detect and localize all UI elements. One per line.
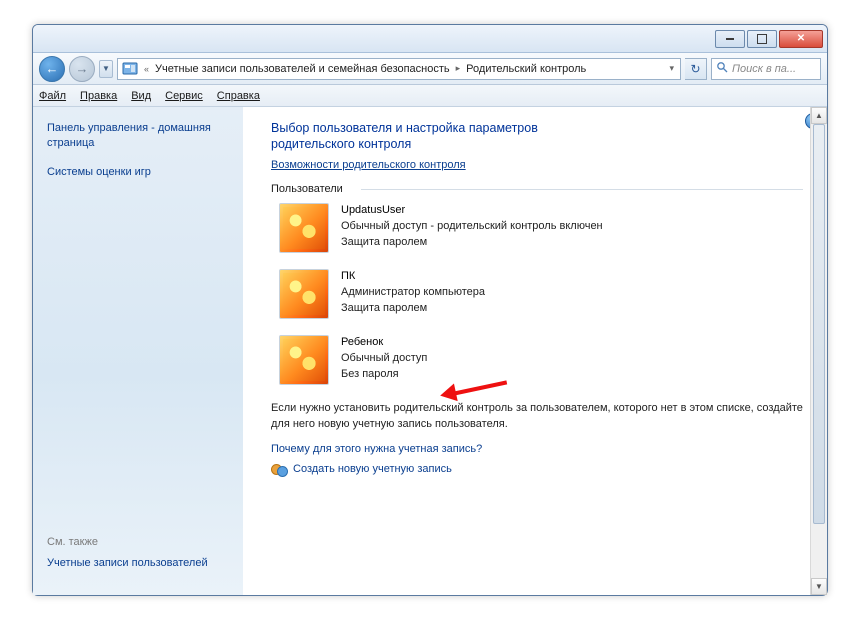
create-account-link[interactable]: Создать новую учетную запись bbox=[293, 463, 452, 475]
avatar bbox=[279, 203, 329, 253]
user-access: Администратор компьютера bbox=[341, 285, 485, 301]
note-text: Если нужно установить родительский контр… bbox=[271, 401, 803, 433]
user-password: Защита паролем bbox=[341, 301, 485, 317]
user-text: Ребенок Обычный доступ Без пароля bbox=[341, 335, 427, 385]
refresh-button[interactable]: ↻ bbox=[685, 58, 707, 80]
user-item[interactable]: UpdatusUser Обычный доступ - родительски… bbox=[279, 203, 803, 253]
address-bar[interactable]: « Учетные записи пользователей и семейна… bbox=[117, 58, 681, 80]
user-name: Ребенок bbox=[341, 335, 427, 351]
user-password: Защита паролем bbox=[341, 235, 603, 251]
users-group-label: Пользователи bbox=[271, 183, 803, 195]
user-text: UpdatusUser Обычный доступ - родительски… bbox=[341, 203, 603, 253]
menu-tools[interactable]: Сервис bbox=[165, 90, 203, 102]
search-icon bbox=[716, 61, 728, 76]
breadcrumb-segment[interactable]: Родительский контроль bbox=[466, 63, 586, 75]
menu-help[interactable]: Справка bbox=[217, 90, 260, 102]
scroll-up-button[interactable]: ▲ bbox=[811, 107, 827, 124]
user-password: Без пароля bbox=[341, 367, 427, 383]
sidebar-ratings-link[interactable]: Системы оценки игр bbox=[47, 165, 231, 180]
sidebar-accounts-link[interactable]: Учетные записи пользователей bbox=[47, 556, 231, 571]
sidebar-seealso-label: См. также bbox=[47, 536, 231, 548]
menu-file[interactable]: Файл bbox=[39, 90, 66, 102]
page-subtitle: родительского контроля bbox=[271, 137, 803, 151]
user-name: UpdatusUser bbox=[341, 203, 603, 219]
close-button[interactable] bbox=[779, 30, 823, 48]
breadcrumb-sep-icon: « bbox=[142, 64, 151, 74]
breadcrumb-dropdown-icon[interactable]: ▾ bbox=[667, 63, 676, 74]
menu-edit[interactable]: Правка bbox=[80, 90, 117, 102]
user-text: ПК Администратор компьютера Защита парол… bbox=[341, 269, 485, 319]
scroll-track[interactable] bbox=[811, 124, 827, 578]
control-panel-window: ← → ▼ « Учетные записи пользователей и с… bbox=[32, 24, 828, 596]
search-placeholder: Поиск в па... bbox=[732, 63, 796, 75]
menu-view[interactable]: Вид bbox=[131, 90, 151, 102]
user-access: Обычный доступ bbox=[341, 351, 427, 367]
sidebar: Панель управления - домашняя страница Си… bbox=[33, 107, 243, 595]
page-title: Выбор пользователя и настройка параметро… bbox=[271, 121, 803, 135]
maximize-button[interactable] bbox=[747, 30, 777, 48]
back-button[interactable]: ← bbox=[39, 56, 65, 82]
users-icon bbox=[271, 461, 287, 477]
scroll-thumb[interactable] bbox=[813, 124, 825, 524]
search-input[interactable]: Поиск в па... bbox=[711, 58, 821, 80]
capabilities-link[interactable]: Возможности родительского контроля bbox=[271, 159, 466, 171]
user-access: Обычный доступ - родительский контроль в… bbox=[341, 219, 603, 235]
scroll-down-button[interactable]: ▼ bbox=[811, 578, 827, 595]
menu-bar: Файл Правка Вид Сервис Справка bbox=[33, 85, 827, 107]
forward-button[interactable]: → bbox=[69, 56, 95, 82]
sidebar-home-link[interactable]: Панель управления - домашняя страница bbox=[47, 121, 231, 151]
control-panel-icon bbox=[122, 61, 138, 77]
breadcrumb-segment[interactable]: Учетные записи пользователей и семейная … bbox=[155, 63, 450, 75]
vertical-scrollbar[interactable]: ▲ ▼ bbox=[810, 107, 827, 595]
main-content: ? Выбор пользователя и настройка парамет… bbox=[243, 107, 827, 595]
window-body: Панель управления - домашняя страница Си… bbox=[33, 107, 827, 595]
breadcrumb-arrow-icon: ▸ bbox=[454, 63, 463, 74]
minimize-button[interactable] bbox=[715, 30, 745, 48]
user-item[interactable]: Ребенок Обычный доступ Без пароля bbox=[279, 335, 803, 385]
titlebar bbox=[33, 25, 827, 53]
user-item[interactable]: ПК Администратор компьютера Защита парол… bbox=[279, 269, 803, 319]
avatar bbox=[279, 335, 329, 385]
user-name: ПК bbox=[341, 269, 485, 285]
why-account-link[interactable]: Почему для этого нужна учетная запись? bbox=[271, 443, 803, 455]
navigation-bar: ← → ▼ « Учетные записи пользователей и с… bbox=[33, 53, 827, 85]
avatar bbox=[279, 269, 329, 319]
history-dropdown[interactable]: ▼ bbox=[99, 60, 113, 78]
create-account-row[interactable]: Создать новую учетную запись bbox=[271, 461, 803, 477]
